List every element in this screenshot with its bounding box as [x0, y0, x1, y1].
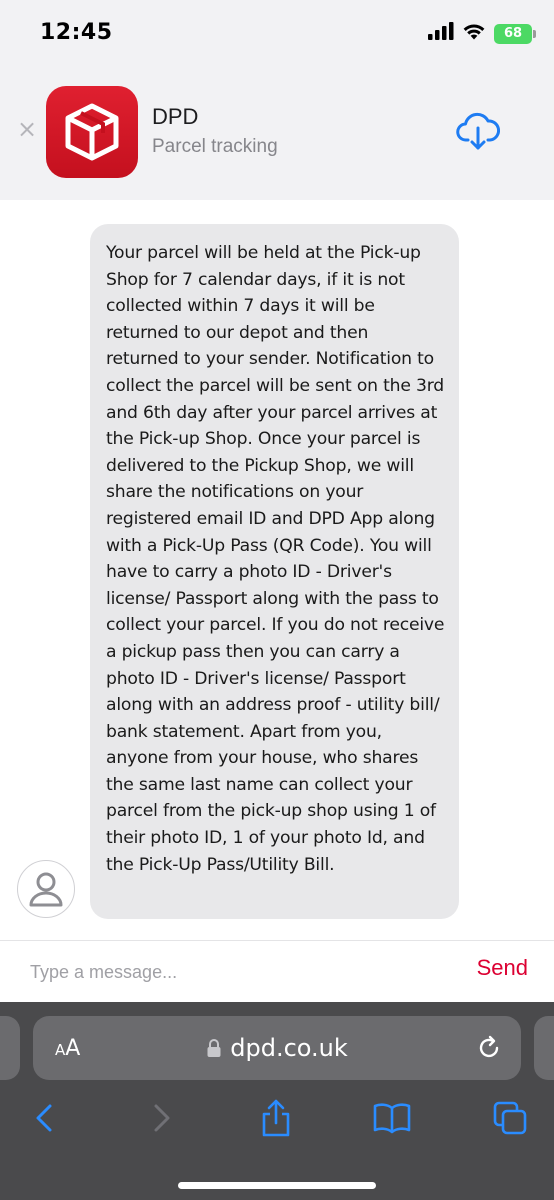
wifi-icon — [462, 22, 486, 45]
app-subtitle: Parcel tracking — [152, 136, 278, 157]
user-icon — [29, 872, 63, 907]
avatar — [17, 860, 75, 918]
message-text: Your parcel will be held at the Pick-up … — [106, 243, 445, 875]
next-tab-preview[interactable] — [534, 1016, 554, 1080]
smart-app-banner: × DPD Parcel tracking — [0, 68, 554, 198]
status-bar: 12:45 68 — [0, 0, 554, 68]
cloud-download-icon[interactable] — [456, 112, 500, 152]
previous-tab-preview[interactable] — [0, 1016, 20, 1080]
battery-indicator: 68 — [494, 23, 536, 44]
dpd-cube-logo-icon — [65, 103, 119, 161]
status-indicators: 68 — [428, 22, 536, 45]
book-icon[interactable] — [372, 1098, 412, 1138]
chat-area[interactable]: Your parcel will be held at the Pick-up … — [0, 200, 554, 940]
navigation-toolbar — [0, 1098, 554, 1138]
address-bar[interactable]: AA dpd.co.uk — [33, 1016, 521, 1080]
send-button[interactable]: Send — [477, 955, 528, 981]
dpd-app-icon[interactable] — [46, 86, 138, 178]
chevron-right-icon[interactable] — [142, 1098, 182, 1138]
close-icon[interactable]: × — [16, 117, 38, 141]
home-indicator — [178, 1182, 376, 1189]
share-icon[interactable] — [256, 1098, 296, 1138]
tabs-icon[interactable] — [490, 1098, 530, 1138]
message-input-bar: Send — [0, 940, 554, 1002]
message-bubble: Your parcel will be held at the Pick-up … — [90, 224, 459, 919]
reload-icon[interactable] — [475, 1034, 503, 1062]
app-name: DPD — [152, 104, 199, 129]
status-time: 12:45 — [40, 20, 113, 45]
message-input[interactable] — [30, 957, 430, 987]
url-display[interactable]: dpd.co.uk — [33, 1016, 521, 1080]
url-text: dpd.co.uk — [230, 1034, 348, 1062]
lock-icon — [207, 1039, 221, 1057]
signal-icon — [428, 22, 454, 45]
browser-toolbar: AA dpd.co.uk — [0, 1002, 554, 1200]
chevron-left-icon[interactable] — [24, 1098, 64, 1138]
